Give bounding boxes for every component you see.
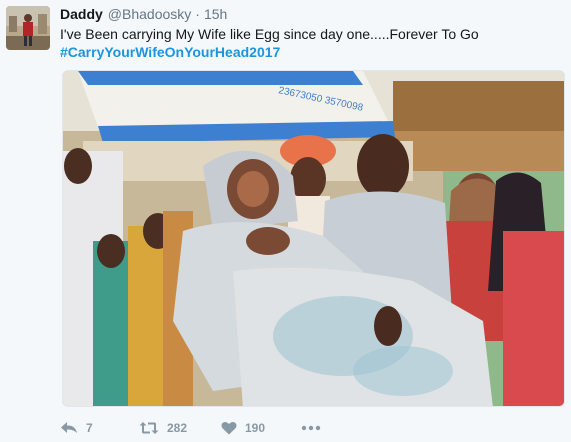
avatar-image [6, 6, 50, 50]
tweet: Daddy @Bhadoosky · 15h I've Been carryin… [0, 0, 571, 442]
retweet-count: 282 [167, 421, 188, 435]
photo-image: 23673050 3570098 [63, 71, 564, 406]
user-name[interactable]: Daddy [60, 6, 103, 22]
tweet-photo[interactable]: 23673050 3570098 [62, 70, 565, 407]
more-button[interactable] [301, 425, 321, 431]
like-count: 190 [245, 421, 266, 435]
more-icon [301, 425, 321, 431]
tweet-body: I've Been carrying My Wife like Egg sinc… [60, 26, 479, 42]
hashtag-link[interactable]: #CarryYourWifeOnYourHead2017 [60, 43, 560, 61]
retweet-icon [139, 422, 159, 434]
like-button[interactable]: 190 [221, 421, 301, 435]
reply-icon [61, 422, 77, 433]
tweet-text: I've Been carrying My Wife like Egg sinc… [60, 25, 560, 61]
user-handle[interactable]: @Bhadoosky [108, 6, 191, 22]
retweet-button[interactable]: 282 [139, 421, 221, 435]
tweet-actions: 7 282 190 [60, 418, 321, 438]
reply-count: 7 [86, 421, 93, 435]
heart-icon [221, 421, 237, 435]
tweet-header: Daddy @Bhadoosky · 15h [60, 6, 227, 24]
separator-dot: · [195, 6, 200, 22]
reply-button[interactable]: 7 [60, 421, 139, 435]
avatar[interactable] [6, 6, 50, 50]
timestamp[interactable]: 15h [204, 6, 227, 22]
